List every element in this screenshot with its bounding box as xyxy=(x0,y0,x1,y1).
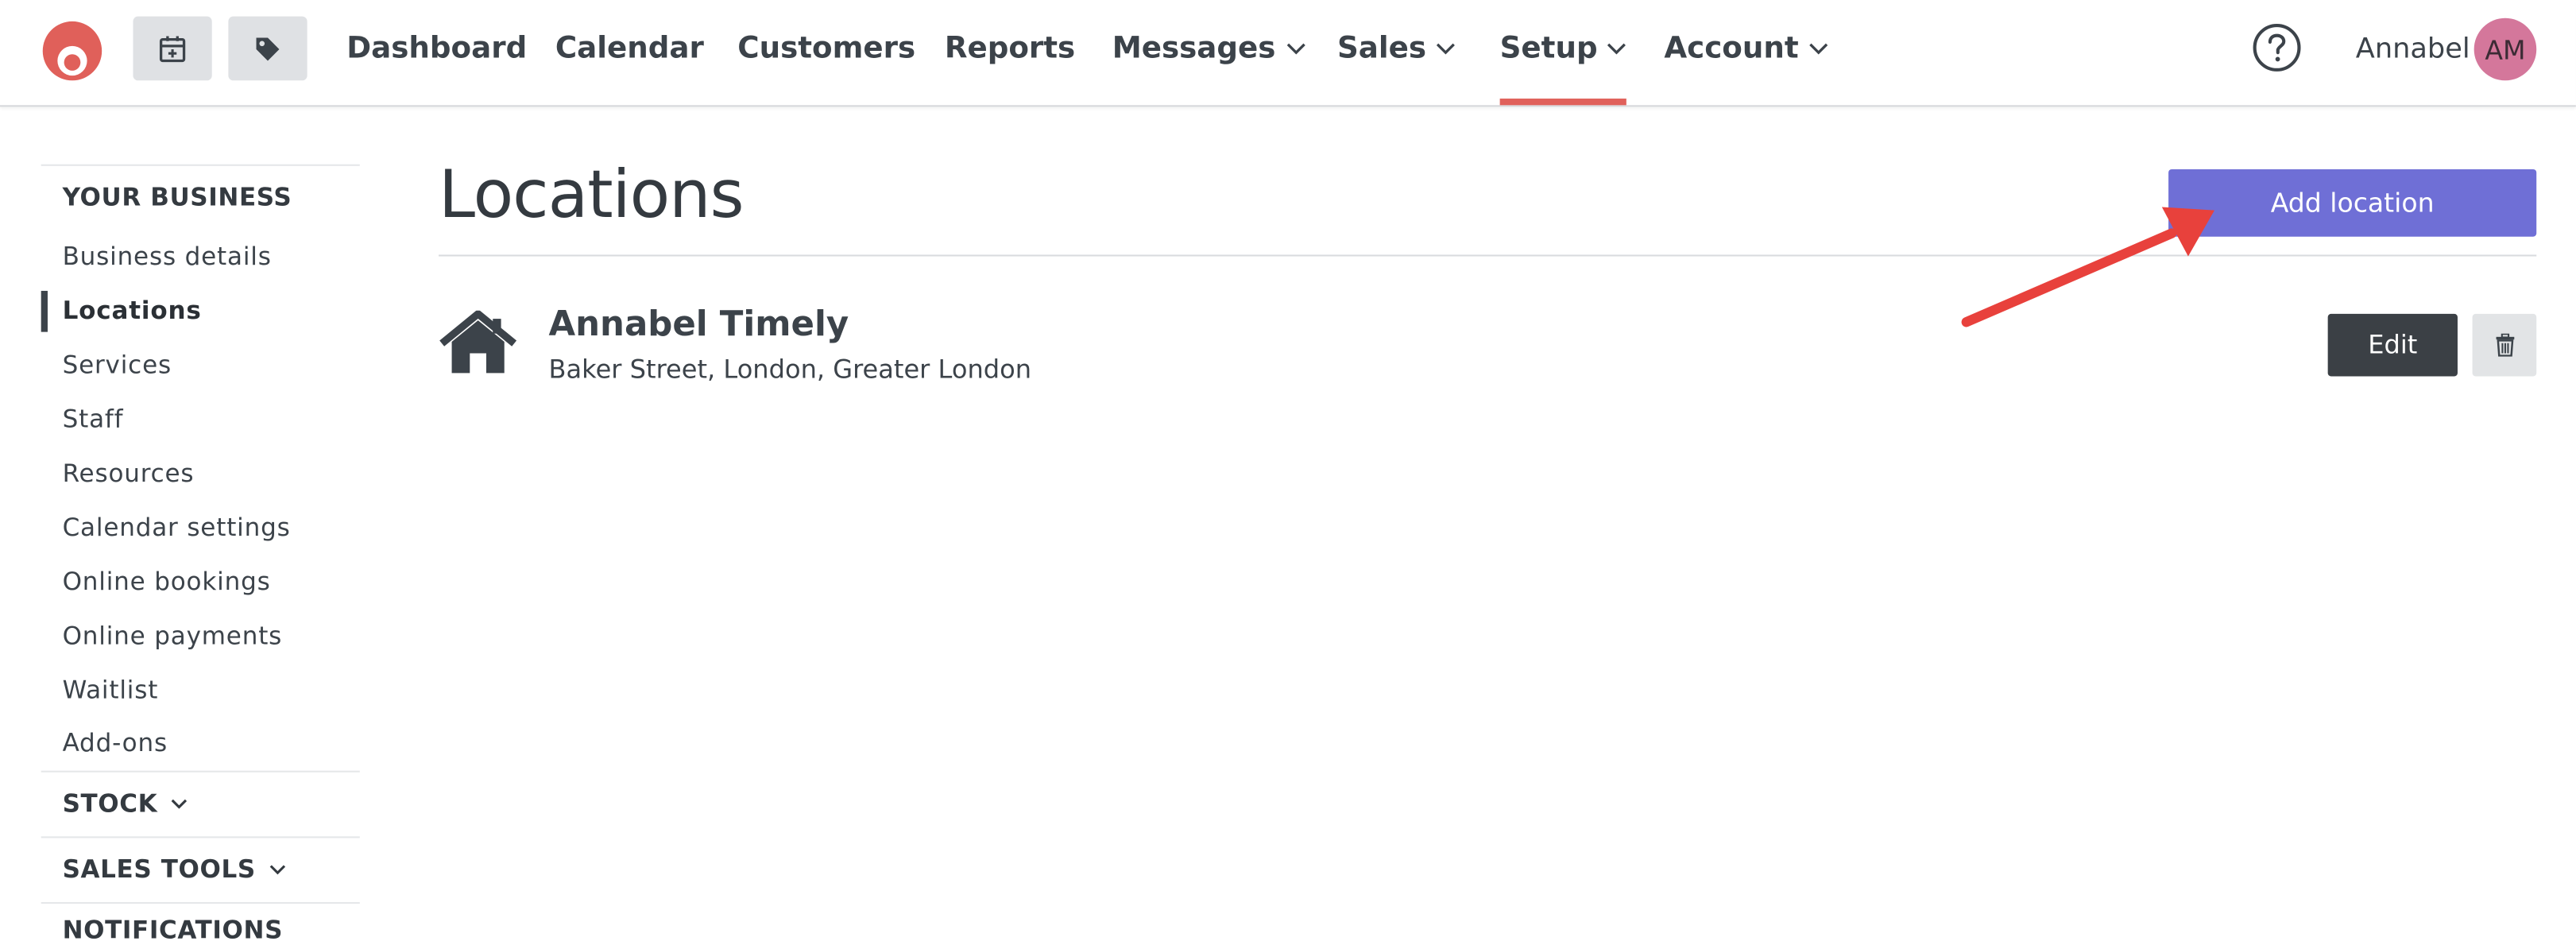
location-name: Annabel Timely xyxy=(548,304,849,344)
delete-location-button[interactable] xyxy=(2472,313,2537,377)
help-icon[interactable] xyxy=(2253,23,2302,72)
nav-account[interactable]: Account xyxy=(1664,0,1828,102)
divider xyxy=(41,902,360,904)
sidebar-item-business-details[interactable]: Business details xyxy=(63,242,272,271)
chevron-down-icon xyxy=(1437,43,1456,55)
divider xyxy=(41,770,360,773)
section-stock[interactable]: STOCK xyxy=(63,788,188,819)
sidebar-item-waitlist[interactable]: Waitlist xyxy=(63,676,159,705)
annotation-arrow-icon xyxy=(1961,207,2214,327)
nav-messages[interactable]: Messages xyxy=(1112,0,1305,102)
page-title: Locations xyxy=(439,157,745,234)
sidebar-item-calendar-settings[interactable]: Calendar settings xyxy=(63,513,291,542)
edit-location-button[interactable]: Edit xyxy=(2327,313,2458,377)
sidebar-item-locations[interactable]: Locations xyxy=(63,296,202,325)
new-appointment-button[interactable] xyxy=(133,16,212,81)
sidebar-item-staff[interactable]: Staff xyxy=(63,405,124,434)
sidebar-item-add-ons[interactable]: Add-ons xyxy=(63,728,168,757)
section-notifications[interactable]: NOTIFICATIONS xyxy=(63,916,284,945)
sidebar-item-resources[interactable]: Resources xyxy=(63,459,195,488)
nav-setup[interactable]: Setup xyxy=(1499,0,1628,106)
divider xyxy=(41,164,360,166)
section-your-business: YOUR BUSINESS xyxy=(62,182,292,212)
chevron-down-icon xyxy=(1607,43,1626,55)
nav-calendar[interactable]: Calendar xyxy=(555,0,704,102)
chevron-down-icon xyxy=(1286,43,1305,55)
new-sale-button[interactable] xyxy=(228,16,307,81)
home-icon xyxy=(439,310,517,374)
nav-reports[interactable]: Reports xyxy=(945,0,1075,102)
sidebar-item-services[interactable]: Services xyxy=(63,350,172,379)
chevron-down-icon xyxy=(171,799,187,809)
active-indicator xyxy=(41,290,48,332)
timely-logo-icon[interactable] xyxy=(41,20,104,83)
chevron-down-icon xyxy=(269,865,285,875)
chevron-down-icon xyxy=(1808,43,1828,55)
divider xyxy=(41,836,360,838)
section-sales-tools[interactable]: SALES TOOLS xyxy=(63,854,285,884)
nav-dashboard[interactable]: Dashboard xyxy=(346,0,527,102)
sidebar-item-online-payments[interactable]: Online payments xyxy=(63,622,283,651)
nav-sales[interactable]: Sales xyxy=(1337,0,1456,102)
calendar-plus-icon xyxy=(159,35,186,62)
tag-icon xyxy=(256,37,280,60)
avatar[interactable]: AM xyxy=(2474,17,2537,81)
user-name[interactable]: Annabel xyxy=(2356,0,2470,99)
sidebar-item-online-bookings[interactable]: Online bookings xyxy=(63,567,271,596)
location-address: Baker Street, London, Greater London xyxy=(548,354,1032,385)
top-navbar: Dashboard Calendar Customers Reports Mes… xyxy=(0,0,2576,107)
trash-icon xyxy=(2495,333,2514,357)
nav-customers[interactable]: Customers xyxy=(737,0,915,102)
